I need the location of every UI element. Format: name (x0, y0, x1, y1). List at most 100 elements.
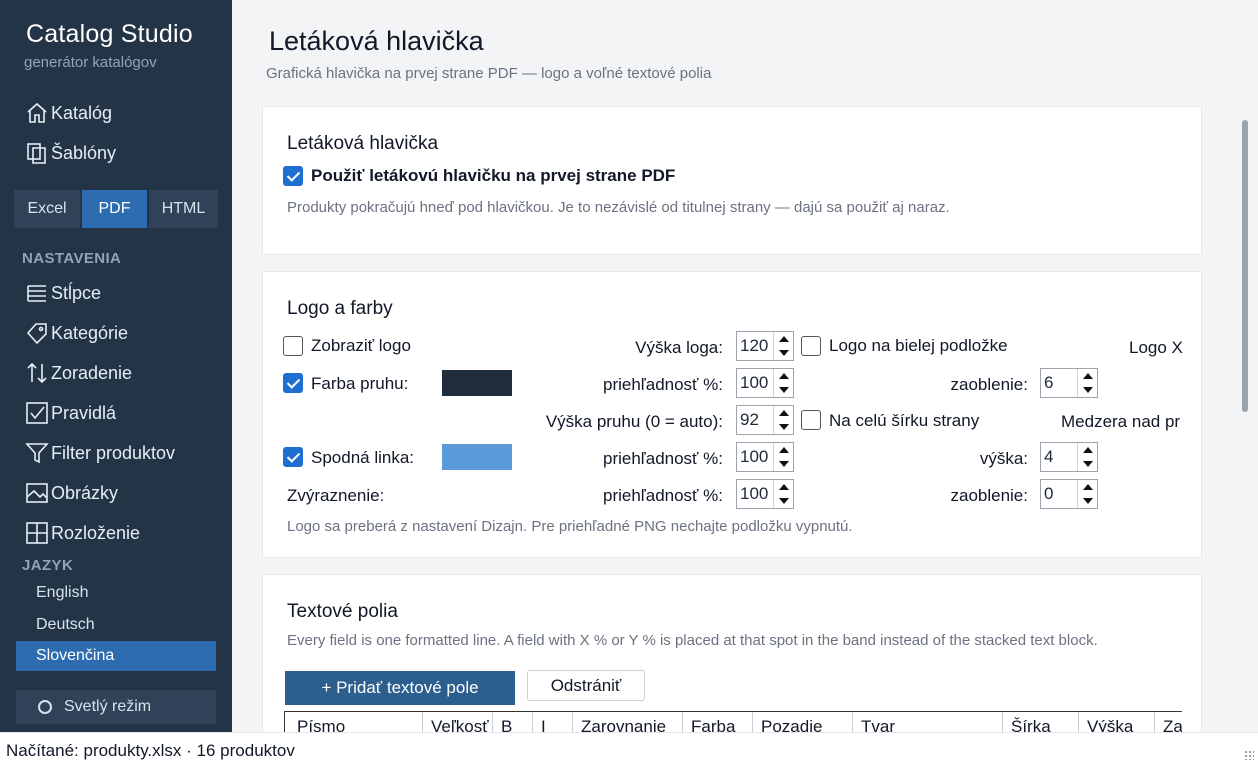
card-hint: Produkty pokračujú hneď pod hlavičkou. J… (287, 199, 950, 216)
nav-label: Pravidlá (51, 402, 117, 423)
logo-white-bg-label: Logo na bielej podložke (829, 336, 1008, 355)
bottom-line-swatch[interactable] (442, 444, 512, 470)
column-header[interactable]: Výška (1079, 712, 1155, 732)
highlight-rounding-input[interactable]: 0 (1040, 479, 1098, 509)
logo-height-input[interactable]: 120 (736, 331, 794, 361)
logo-x-label: Logo X (1129, 338, 1183, 357)
checkbox-icon (24, 400, 50, 426)
lang-slovencina[interactable]: Slovenčina (16, 641, 216, 671)
card-title: Letáková hlavička (287, 133, 439, 154)
tab-html[interactable]: HTML (149, 190, 218, 228)
spin-arrows[interactable] (773, 332, 793, 360)
column-header[interactable]: Pozadie (753, 712, 853, 732)
line-height-label: výška: (979, 449, 1028, 468)
nav-item-sorting[interactable]: Zoradenie (24, 359, 132, 387)
bottom-line-checkbox[interactable] (283, 447, 303, 467)
highlight-opacity-input[interactable]: 100 (736, 479, 794, 509)
highlight-opacity-label: priehľadnosť %: (602, 486, 723, 505)
bar-color-swatch[interactable] (442, 370, 512, 396)
full-width-checkbox[interactable] (801, 410, 821, 430)
bar-height-input[interactable]: 92 (736, 405, 794, 435)
lang-deutsch[interactable]: Deutsch (16, 610, 216, 640)
list-icon (24, 280, 50, 306)
nav-item-rules[interactable]: Pravidlá (24, 399, 116, 427)
nav-label: Obrázky (51, 482, 119, 503)
nav-item-templates[interactable]: Šablóny (24, 139, 116, 167)
card-title: Textové polia (287, 601, 398, 622)
spin-arrows[interactable] (773, 406, 793, 434)
sort-icon (24, 360, 50, 386)
text-fields-table-header: Písmo Veľkosť B I Zarovnanie Farba Pozad… (284, 711, 1182, 732)
card-title: Logo a farby (287, 298, 393, 319)
image-icon (24, 480, 50, 506)
theme-toggle-button[interactable]: Svetlý režim (16, 690, 216, 724)
nav-item-catalog[interactable]: Katalóg (24, 99, 112, 127)
spin-arrows[interactable] (773, 443, 793, 471)
add-text-field-button[interactable]: + Pridať textové pole (285, 671, 515, 705)
format-tabs: Excel PDF HTML (14, 190, 218, 228)
highlight-rounding-label: zaoblenie: (950, 486, 1028, 505)
spin-arrows[interactable] (1077, 480, 1097, 508)
column-header[interactable]: I (533, 712, 573, 732)
line-opacity-input[interactable]: 100 (736, 442, 794, 472)
theme-label: Svetlý režim (64, 698, 152, 715)
nav-item-images[interactable]: Obrázky (24, 479, 118, 507)
use-header-checkbox[interactable] (283, 166, 303, 186)
nav-item-layout[interactable]: Rozloženie (24, 519, 140, 547)
nav-item-categories[interactable]: Kategórie (24, 319, 128, 347)
column-header[interactable]: Tvar (853, 712, 1003, 732)
tab-excel[interactable]: Excel (14, 190, 80, 228)
status-bar: Načítané: produkty.xlsx · 16 produktov (0, 732, 1258, 764)
spin-arrows[interactable] (1077, 369, 1097, 397)
filter-icon (24, 440, 50, 466)
spin-arrows[interactable] (1077, 443, 1097, 471)
column-header[interactable]: Písmo (289, 712, 423, 732)
grid-icon (24, 520, 50, 546)
card-hint: Logo sa preberá z nastavení Dizajn. Pre … (287, 518, 853, 535)
nav-label: Katalóg (51, 102, 113, 123)
nav-item-columns[interactable]: Stĺpce (24, 279, 101, 307)
status-text: Načítané: produkty.xlsx · 16 produktov (6, 741, 295, 760)
nav-label: Rozloženie (51, 522, 141, 543)
nav-label: Šablóny (51, 142, 117, 163)
resize-grip-icon[interactable] (1244, 750, 1254, 760)
column-header[interactable]: Veľkosť (423, 712, 493, 732)
full-width-label: Na celú šírku strany (829, 411, 980, 430)
spin-arrows[interactable] (773, 369, 793, 397)
line-opacity-label: priehľadnosť %: (602, 449, 723, 468)
sidebar: Catalog Studio generátor katalógov Katal… (0, 0, 232, 732)
tab-pdf[interactable]: PDF (82, 190, 147, 228)
page-title: Letáková hlavička (269, 26, 484, 56)
column-header[interactable]: Šírka (1003, 712, 1079, 732)
nav-item-product-filter[interactable]: Filter produktov (24, 439, 175, 467)
card-hint: Every field is one formatted line. A fie… (287, 632, 1098, 649)
section-language: JAZYK (22, 557, 74, 574)
bar-opacity-input[interactable]: 100 (736, 368, 794, 398)
bar-rounding-input[interactable]: 6 (1040, 368, 1098, 398)
lang-english[interactable]: English (16, 578, 216, 608)
copy-icon (24, 140, 50, 166)
use-header-label: Použiť letákovú hlavičku na prvej strane… (311, 166, 676, 185)
gap-label: Medzera nad pr (1061, 412, 1181, 431)
line-height-input[interactable]: 4 (1040, 442, 1098, 472)
bar-rounding-label: zaoblenie: (950, 375, 1028, 394)
main-scrollbar[interactable] (1242, 120, 1248, 412)
card-logo-colors: Logo a farby Zobraziť logo Výška loga: 1… (262, 271, 1202, 558)
column-header[interactable]: Zarovnanie (573, 712, 683, 732)
bar-color-checkbox[interactable] (283, 373, 303, 393)
column-header[interactable]: Za (1155, 712, 1182, 732)
nav-label: Stĺpce (51, 282, 102, 303)
show-logo-label: Zobraziť logo (311, 336, 411, 355)
show-logo-checkbox[interactable] (283, 336, 303, 356)
spin-arrows[interactable] (773, 480, 793, 508)
logo-white-bg-checkbox[interactable] (801, 336, 821, 356)
column-header[interactable]: Farba (683, 712, 753, 732)
highlight-label: Zvýraznenie: (287, 486, 385, 505)
remove-button[interactable]: Odstrániť (527, 670, 645, 701)
home-icon (24, 100, 50, 126)
column-header[interactable]: B (493, 712, 533, 732)
nav-label: Kategórie (51, 322, 129, 343)
app-subtitle: generátor katalógov (24, 54, 157, 71)
logo-height-label: Výška loga: (635, 338, 723, 357)
tag-icon (24, 320, 50, 346)
